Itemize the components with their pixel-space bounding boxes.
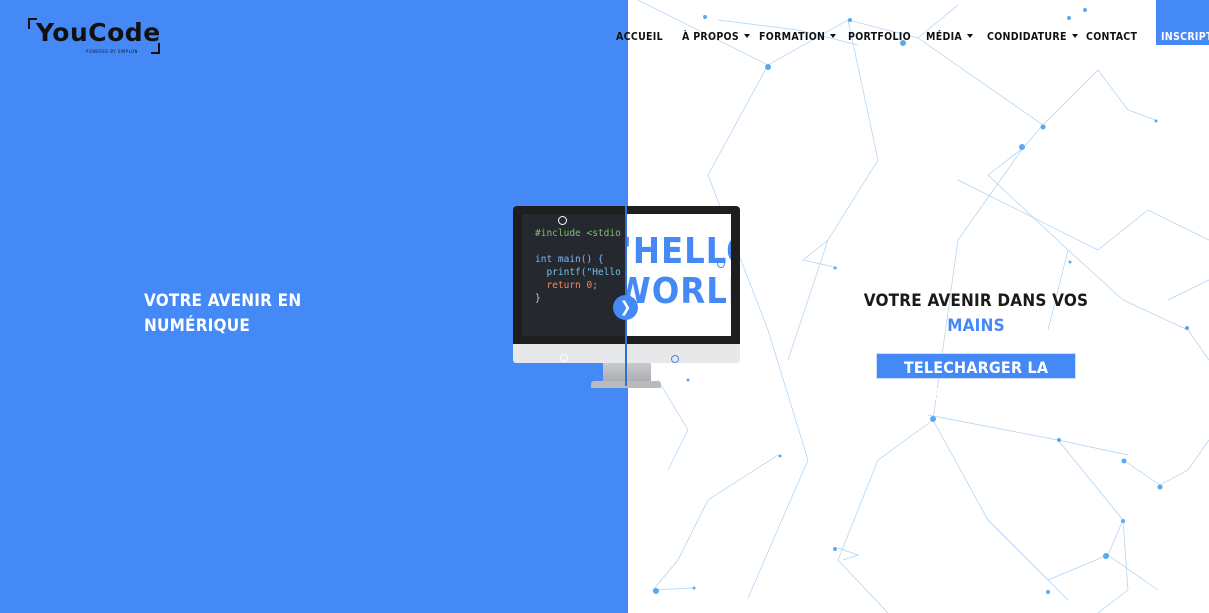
main-navigation: ACCUEIL À PROPOS FORMATION PORTFOLIO MÉD…	[0, 0, 1209, 74]
nav-item-label: FORMATION	[759, 31, 826, 43]
caret-down-icon	[743, 34, 750, 38]
caret-down-icon	[967, 34, 974, 38]
nav-item-portfolio[interactable]: PORTFOLIO	[848, 31, 911, 43]
caret-down-icon	[830, 34, 837, 38]
nav-item-condidature[interactable]: CONDIDATURE	[987, 31, 1078, 43]
caret-down-icon	[1071, 34, 1078, 38]
code-screen-half: #include <stdio int main() { printf("Hel…	[522, 214, 627, 336]
hero-left-headline: VOTRE AVENIR EN NUMÉRIQUE	[144, 289, 301, 339]
inscription-button[interactable]: INSCRIPTION	[1156, 0, 1209, 45]
monitor-stand	[603, 363, 651, 383]
code-line: }	[535, 293, 541, 304]
code-line: int main() {	[535, 254, 604, 265]
chevron-right-icon[interactable]: ❯	[613, 295, 638, 320]
slider-ring-icon	[558, 216, 567, 225]
nav-item-contact[interactable]: CONTACT	[1086, 31, 1137, 43]
hello-line-1: "HELLO	[627, 231, 731, 272]
code-line: return 0;	[535, 280, 598, 291]
nav-item-media[interactable]: MÉDIA	[926, 31, 974, 43]
code-line: #include <stdio	[535, 228, 621, 239]
nav-item-label: ACCUEIL	[616, 31, 663, 43]
slider-ring-icon	[717, 260, 725, 268]
hero-right-line-1: VOTRE AVENIR DANS VOS	[863, 291, 1089, 311]
code-line: printf("Hello	[535, 267, 621, 278]
download-brochure-button[interactable]: TELECHARGER LA BROCHURE	[876, 353, 1076, 404]
hero-right-headline: VOTRE AVENIR DANS VOS MAINS	[856, 289, 1096, 339]
nav-item-label: CONDIDATURE	[987, 31, 1067, 43]
nav-item-formation[interactable]: FORMATION	[759, 31, 837, 43]
hello-world-screen-half: "HELLO WORLD"	[627, 214, 731, 336]
nav-item-a-propos[interactable]: À PROPOS	[682, 31, 750, 43]
nav-item-accueil[interactable]: ACCUEIL	[616, 31, 663, 43]
hello-line-2: WORLD"	[627, 271, 731, 312]
slider-ring-icon	[560, 354, 568, 362]
nav-item-label: MÉDIA	[926, 31, 963, 43]
slider-ring-icon	[671, 355, 679, 363]
hero-left-line-2: NUMÉRIQUE	[144, 316, 251, 336]
hero-right-line-2: MAINS	[947, 316, 1005, 336]
hero-left-line-1: VOTRE AVENIR EN	[144, 291, 302, 311]
nav-item-label: À PROPOS	[682, 31, 739, 43]
nav-item-label: CONTACT	[1086, 31, 1138, 43]
nav-item-label: PORTFOLIO	[848, 31, 911, 43]
